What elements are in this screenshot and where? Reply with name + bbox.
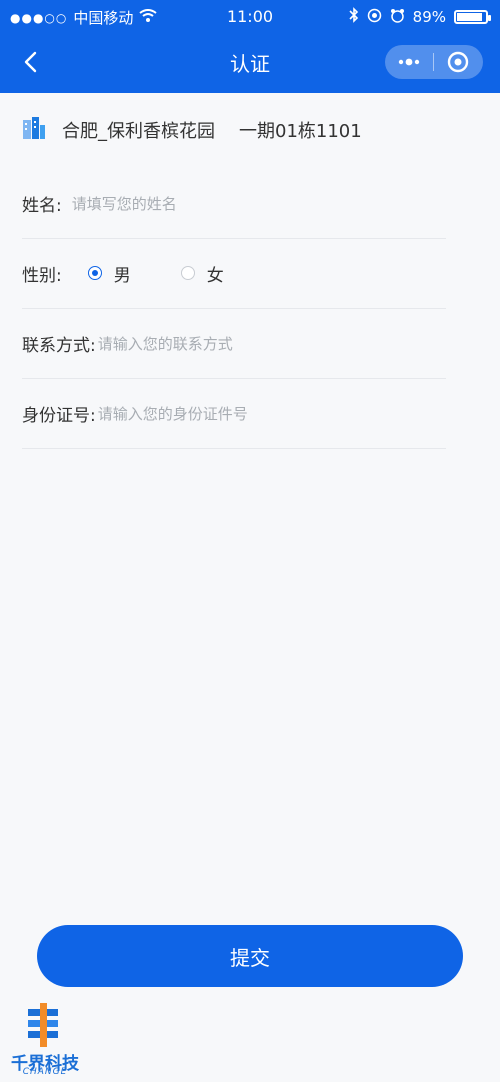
watermark-logo: 千界科技 CHANGE <box>0 1003 90 1082</box>
contact-row: 联系方式: 请输入您的联系方式 <box>22 308 446 379</box>
nav-bar: 认证 <box>0 34 500 90</box>
property-info: 合肥_保利香槟花园 一期01栋1101 <box>22 115 362 145</box>
contact-input[interactable]: 请输入您的联系方式 <box>98 333 233 354</box>
more-button[interactable] <box>385 57 433 67</box>
battery-percent: 89% <box>412 8 446 26</box>
radio-unselected-icon <box>180 266 195 280</box>
gender-male-radio[interactable]: 男 <box>87 261 131 286</box>
close-circle-icon <box>447 51 469 73</box>
brand-logo-icon <box>28 1003 58 1047</box>
radio-selected-icon <box>87 266 102 280</box>
id-row: 身份证号: 请输入您的身份证件号 <box>22 378 446 449</box>
gender-row: 性别: 男 女 <box>22 238 446 309</box>
gender-label: 性别: <box>22 265 62 286</box>
orientation-lock-icon <box>367 8 382 27</box>
alarm-icon <box>390 8 405 27</box>
id-input[interactable]: 请输入您的身份证件号 <box>98 403 248 424</box>
battery-fill <box>457 13 482 21</box>
watermark-subtext: CHANGE <box>22 1067 68 1077</box>
battery-icon <box>454 10 491 24</box>
submit-button[interactable]: 提交 <box>37 925 463 987</box>
id-label: 身份证号: <box>22 405 96 426</box>
building-icon <box>22 116 46 145</box>
mini-program-capsule <box>385 45 483 79</box>
close-button[interactable] <box>434 51 482 73</box>
name-input[interactable]: 请填写您的姓名 <box>72 193 177 214</box>
gender-male-label: 男 <box>113 265 131 286</box>
gender-female-radio[interactable]: 女 <box>180 261 224 286</box>
app-header: ●●●○○ 中国移动 11:00 89% 认证 <box>0 0 500 93</box>
contact-label: 联系方式: <box>22 335 96 356</box>
status-bar: ●●●○○ 中国移动 11:00 89% <box>0 0 500 34</box>
property-unit: 一期01栋1101 <box>239 121 362 142</box>
more-dots-icon <box>398 58 420 66</box>
name-row: 姓名: 请填写您的姓名 <box>22 168 446 239</box>
property-name: 合肥_保利香槟花园 <box>62 121 215 142</box>
bluetooth-icon <box>349 7 359 27</box>
gender-female-label: 女 <box>206 265 224 286</box>
status-right: 89% <box>349 7 491 27</box>
name-label: 姓名: <box>22 195 62 216</box>
